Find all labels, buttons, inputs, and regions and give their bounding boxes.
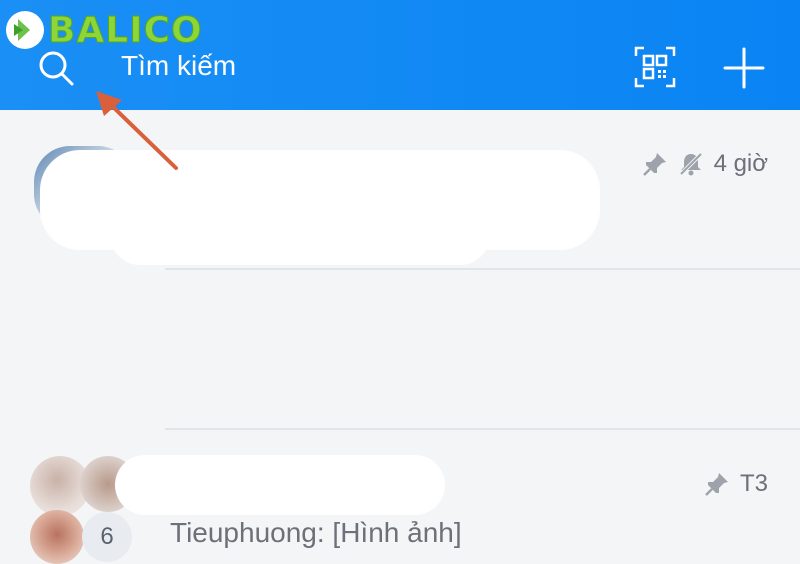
redacted-preview bbox=[110, 205, 490, 265]
plus-icon[interactable] bbox=[722, 46, 766, 90]
top-bar: BALICO Tìm kiếm bbox=[0, 0, 800, 110]
search-icon[interactable] bbox=[36, 48, 76, 88]
balico-logo: BALICO bbox=[6, 9, 203, 51]
conversation-time: T3 bbox=[739, 470, 768, 497]
balico-logo-mark bbox=[6, 11, 44, 49]
qr-code-icon[interactable] bbox=[634, 46, 676, 88]
search-input[interactable]: Tìm kiếm bbox=[121, 50, 236, 82]
conversation-list: 4 giờ 6 T3 Tieuphuong: [Hình ảnh] bbox=[0, 110, 800, 564]
group-member-count: 6 bbox=[82, 512, 132, 562]
conversation-meta: 4 giờ bbox=[642, 150, 768, 178]
divider bbox=[165, 428, 800, 430]
pin-icon bbox=[642, 153, 666, 176]
conversation-row[interactable]: 4 giờ bbox=[0, 110, 800, 268]
group-avatar-3 bbox=[30, 510, 84, 564]
last-message-preview: Tieuphuong: [Hình ảnh] bbox=[170, 517, 462, 548]
conversation-time: 4 giờ bbox=[713, 150, 768, 177]
redacted-title bbox=[115, 455, 445, 515]
conversation-meta: T3 bbox=[704, 470, 768, 498]
conversation-row[interactable]: 6 T3 Tieuphuong: [Hình ảnh] bbox=[0, 270, 800, 564]
logo-text: BALICO bbox=[48, 9, 203, 51]
pin-icon bbox=[705, 473, 728, 496]
mute-bell-icon bbox=[679, 152, 702, 176]
